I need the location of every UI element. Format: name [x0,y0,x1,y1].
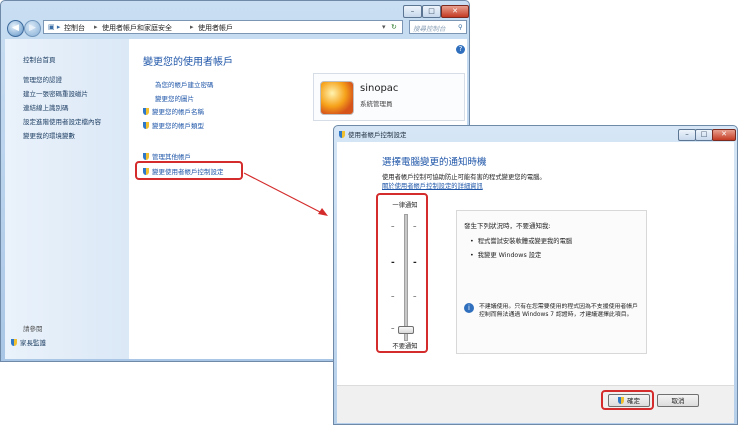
more-info-link[interactable]: 關於使用者帳戶控制設定的詳細資訊 [382,181,483,190]
minimize-button[interactable]: – [678,129,696,141]
maximize-button[interactable]: □ [695,129,713,141]
bullet-item: • 我變更 Windows 設定 [470,252,542,259]
highlight-slider [376,193,428,353]
uac-description: 使用者帳戶控制可協助防止可能有害的程式變更您的電腦。 [382,174,546,181]
info-title: 發生下列狀況時，不要通知我: [464,222,551,230]
cancel-button[interactable]: 取消 [657,394,699,407]
info-icon: i [464,303,474,313]
info-panel: 發生下列狀況時，不要通知我: • 程式嘗試安裝軟體或變更我的電腦 • 我變更 W… [456,210,647,354]
bullet-item: • 程式嘗試安裝軟體或變更我的電腦 [470,238,573,245]
uac-heading: 選擇電腦變更的通知時機 [382,157,487,168]
uac-footer: 確定 取消 [337,385,734,423]
shield-icon [339,131,345,138]
uac-window-title: 使用者帳戶控制設定 [339,129,407,139]
warning-note: 不建議使用。只有在您需要使用的程式因為不支援使用者帳戶控制而無法通過 Windo… [479,304,639,318]
highlight-ok-button [601,390,654,410]
close-button[interactable]: ✕ [712,129,736,141]
